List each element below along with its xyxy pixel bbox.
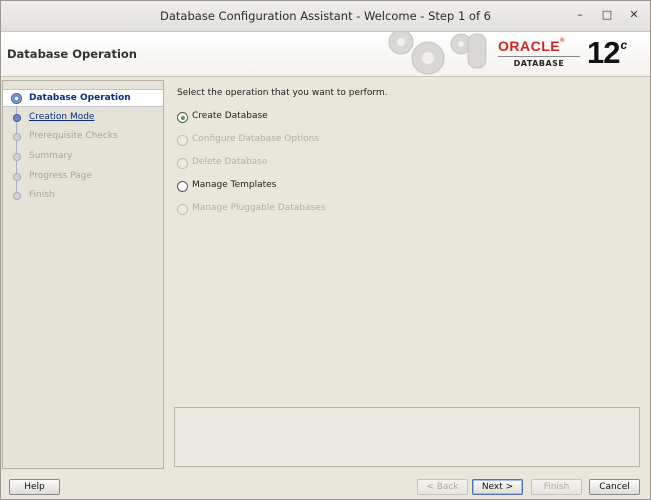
radio-label[interactable]: Create Database: [192, 111, 268, 121]
oracle-wordmark: ORACLE: [498, 38, 561, 54]
step-icon: [13, 173, 21, 181]
nav-step-database-operation[interactable]: Database Operation: [3, 89, 163, 107]
next-button[interactable]: Next >: [472, 479, 523, 495]
page-title: Database Operation: [7, 47, 137, 61]
radio-icon[interactable]: [177, 181, 188, 192]
radio-icon: [177, 204, 188, 215]
gears-decoration-icon: [388, 32, 487, 75]
radio-label[interactable]: Manage Templates: [192, 180, 276, 190]
nav-step-label: Database Operation: [29, 93, 131, 103]
step-navigation: Database Operation Creation Mode Prerequ…: [2, 80, 164, 469]
nav-step-label: Creation Mode: [29, 112, 95, 122]
step-icon: [13, 133, 21, 141]
button-bar: Help < Back Next > Finish Cancel: [1, 472, 650, 500]
back-button: < Back: [417, 479, 468, 495]
window-title: Database Configuration Assistant - Welco…: [160, 9, 491, 23]
nav-step-label: Progress Page: [29, 171, 93, 181]
title-bar: Database Configuration Assistant - Welco…: [1, 1, 650, 32]
nav-step-progress-page: Progress Page: [3, 168, 163, 186]
logo-rule: [498, 56, 580, 57]
nav-step-summary: Summary: [3, 148, 163, 166]
main-content: Select the operation that you want to pe…: [171, 80, 641, 469]
step-icon: [13, 192, 21, 200]
radio-label: Delete Database: [192, 157, 268, 167]
version-number: 12: [587, 35, 620, 70]
nav-step-finish: Finish: [3, 187, 163, 205]
version-suffix: c: [620, 38, 628, 52]
current-step-icon: [11, 93, 22, 104]
message-pane: [174, 407, 640, 467]
close-button[interactable]: ✕: [626, 7, 642, 23]
step-icon: [13, 153, 21, 161]
finish-button: Finish: [531, 479, 582, 495]
maximize-button[interactable]: □: [599, 7, 615, 23]
operation-prompt: Select the operation that you want to pe…: [177, 88, 388, 98]
radio-icon: [177, 135, 188, 146]
step-icon: [13, 114, 21, 122]
minimize-button[interactable]: –: [572, 7, 588, 23]
help-button[interactable]: Help: [9, 479, 60, 495]
version-badge: 12c: [587, 35, 628, 71]
nav-step-label: Prerequisite Checks: [29, 131, 118, 141]
radio-label: Manage Pluggable Databases: [192, 203, 326, 213]
oracle-logo: ORACLE® DATABASE: [498, 38, 582, 68]
nav-step-label: Summary: [29, 151, 73, 161]
nav-step-creation-mode[interactable]: Creation Mode: [3, 109, 163, 127]
nav-step-prerequisite-checks: Prerequisite Checks: [3, 128, 163, 146]
dbca-window: Database Configuration Assistant - Welco…: [0, 0, 651, 500]
step-header: Database Operation ORACLE® DATABASE 12c: [1, 32, 650, 77]
oracle-database-label: DATABASE: [513, 59, 565, 68]
registered-mark: ®: [560, 38, 566, 44]
radio-selected-icon[interactable]: [177, 112, 188, 123]
nav-step-label: Finish: [29, 190, 55, 200]
radio-icon: [177, 158, 188, 169]
cancel-button[interactable]: Cancel: [589, 479, 640, 495]
radio-label: Configure Database Options: [192, 134, 320, 144]
